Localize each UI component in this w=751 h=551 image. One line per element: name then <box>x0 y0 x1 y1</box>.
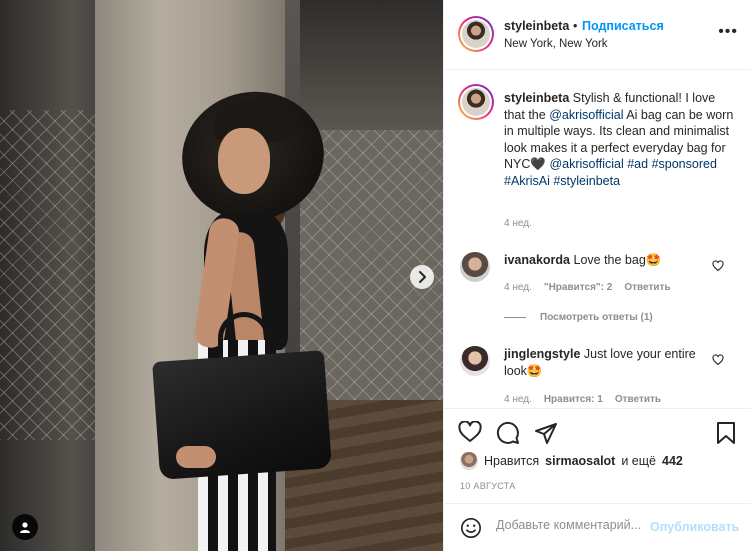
comment-like-heart-icon[interactable] <box>712 354 724 366</box>
post-caption: styleinbeta Stylish & functional! I love… <box>504 90 736 189</box>
follow-button[interactable]: Подписаться <box>582 19 664 33</box>
liker-avatar <box>460 452 478 470</box>
more-options-icon[interactable]: ••• <box>718 24 738 40</box>
model-hand <box>176 446 216 468</box>
comment-username[interactable]: jinglengstyle <box>504 347 580 361</box>
separator-dot: • <box>573 19 578 33</box>
likes-middle: и ещё <box>621 454 656 468</box>
likes-prefix: Нравится <box>484 454 540 468</box>
comment-timestamp[interactable]: 4 нед. <box>504 282 532 293</box>
post-actions <box>444 408 751 458</box>
hashtag-link[interactable]: #styleinbeta <box>553 174 620 188</box>
author-username[interactable]: styleinbeta <box>504 19 569 33</box>
comment-meta: 4 нед. Нравится: 1 Ответить <box>504 394 661 405</box>
view-replies-button[interactable]: Посмотреть ответы (1) <box>504 312 653 323</box>
comment-meta: 4 нед. "Нравится": 2 Ответить <box>504 282 671 293</box>
commenter-avatar[interactable] <box>460 252 490 282</box>
hashtag-link[interactable]: #AkrisAi <box>504 174 550 188</box>
photo-fence-left <box>0 110 110 440</box>
tagged-users-button[interactable] <box>12 514 38 540</box>
liker-username[interactable]: sirmaosalot <box>545 454 615 468</box>
post-photo[interactable] <box>0 0 443 551</box>
post-date[interactable]: 10 АВГУСТА <box>460 481 516 491</box>
post-location[interactable]: New York, New York <box>504 38 608 50</box>
comment-likes-count[interactable]: Нравится: 1 <box>544 394 603 405</box>
commenter-avatar[interactable] <box>460 346 490 376</box>
comment-username[interactable]: ivanakorda <box>504 253 570 267</box>
comment-icon[interactable] <box>496 421 520 445</box>
next-arrow-icon <box>419 271 426 283</box>
heart-icon[interactable] <box>458 421 482 443</box>
comment-item: jinglengstyle Just love your entire look… <box>504 346 704 380</box>
caption-mention[interactable]: @akrisofficial <box>549 157 623 171</box>
comment-reply-button[interactable]: Ответить <box>615 394 661 405</box>
bookmark-icon[interactable] <box>716 421 736 445</box>
comment-reply-button[interactable]: Ответить <box>624 282 670 293</box>
comment-input[interactable] <box>496 518 646 532</box>
comment-like-heart-icon[interactable] <box>712 260 724 272</box>
hashtag-link[interactable]: #sponsored <box>652 157 717 171</box>
post-side-panel: styleinbeta • Подписаться New York, New … <box>443 0 751 551</box>
next-photo-button[interactable] <box>410 265 434 289</box>
comment-timestamp[interactable]: 4 нед. <box>504 394 532 405</box>
replies-divider <box>504 317 526 318</box>
caption-mention[interactable]: @akrisofficial <box>549 108 623 122</box>
hashtag-link[interactable]: #ad <box>627 157 648 171</box>
user-tag-icon <box>20 522 30 533</box>
author-avatar[interactable] <box>458 16 494 52</box>
caption-timestamp[interactable]: 4 нед. <box>504 218 532 229</box>
caption-username[interactable]: styleinbeta <box>504 91 569 105</box>
add-comment-bar: Опубликовать <box>444 503 751 551</box>
comment-likes-count[interactable]: "Нравится": 2 <box>544 282 613 293</box>
photo-background-top <box>300 0 443 140</box>
view-replies-label: Посмотреть ответы (1) <box>540 312 653 323</box>
post-header: styleinbeta • Подписаться New York, New … <box>444 0 751 70</box>
comment-text: Love the bag🤩 <box>573 253 662 267</box>
model-face <box>218 128 270 194</box>
caption-author-avatar[interactable] <box>458 84 494 120</box>
likes-count[interactable]: 442 <box>662 454 683 468</box>
share-icon[interactable] <box>534 421 558 445</box>
emoji-icon[interactable] <box>460 517 482 539</box>
comment-item: ivanakorda Love the bag🤩 <box>504 252 704 269</box>
likes-summary[interactable]: Нравится sirmaosalot и ещё 442 <box>460 452 683 470</box>
publish-button[interactable]: Опубликовать <box>650 520 739 534</box>
